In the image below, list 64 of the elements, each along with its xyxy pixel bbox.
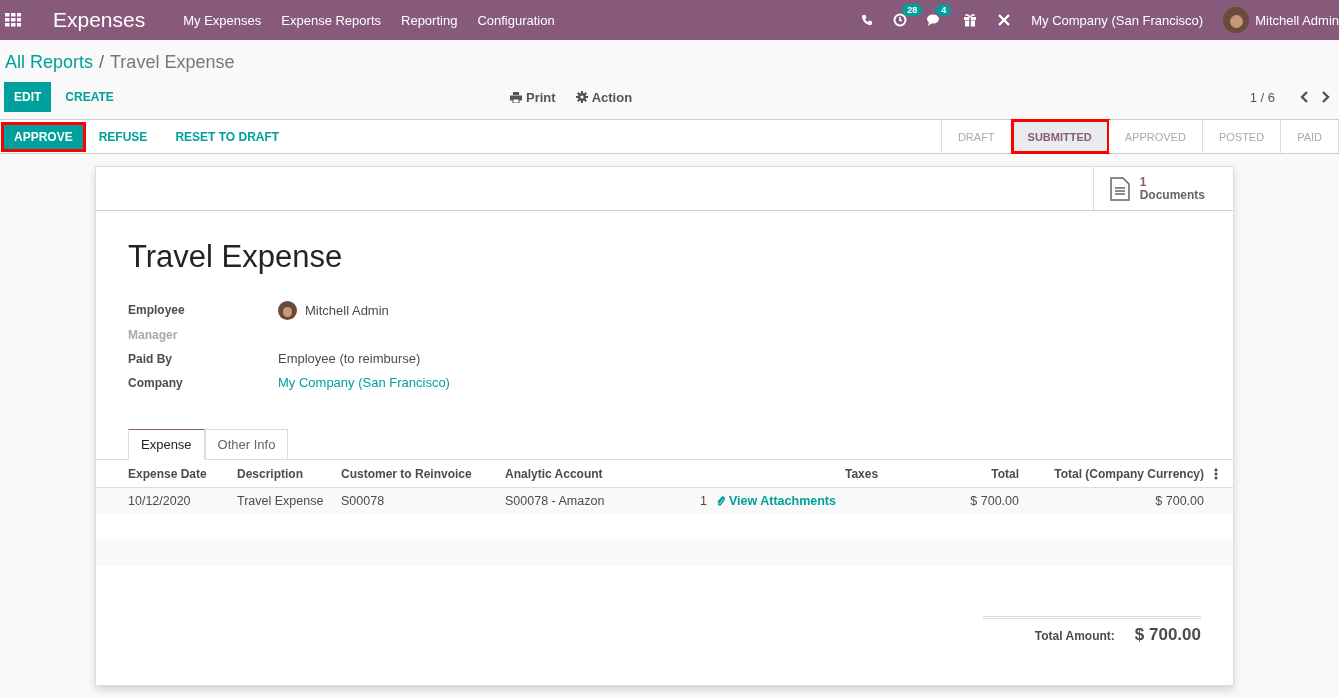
status-stage[interactable]: APPROVED (1108, 120, 1203, 153)
menu-item[interactable]: Expense Reports (281, 12, 381, 28)
edit-button[interactable]: EDIT (4, 82, 52, 112)
field-label: Paid By (128, 351, 173, 368)
message-count-badge: 4 (936, 4, 952, 16)
create-button[interactable]: CREATE (55, 82, 124, 112)
app-title: Expenses (53, 8, 146, 32)
action-button[interactable]: RESET TO DRAFT (165, 124, 290, 149)
clock-icon[interactable] (893, 13, 908, 27)
field-link[interactable]: My Company (San Francisco) (278, 375, 450, 390)
field-label: Manager (128, 327, 179, 344)
view-attachments-link[interactable]: View Attachments (707, 494, 845, 508)
action-button[interactable]: REFUSE (88, 124, 158, 149)
gear-icon (575, 91, 588, 103)
total-label: Total Amount: (1034, 629, 1115, 643)
table-cell-text: Travel Expense (237, 494, 325, 508)
document-icon (1109, 176, 1130, 201)
table-cell-text: 10/12/2020 (128, 494, 192, 508)
field-label: Company (128, 375, 184, 392)
record-title: Travel Expense (128, 239, 344, 275)
column-header: Description (237, 466, 304, 481)
phone-icon[interactable] (861, 14, 874, 26)
menu-item[interactable]: Reporting (401, 12, 458, 28)
column-header: Expense Date (128, 466, 208, 481)
next-icon[interactable] (1321, 91, 1331, 103)
column-header: Total (Company Currency) (1053, 466, 1204, 481)
previous-icon[interactable] (1299, 91, 1309, 103)
column-header: Customer to Reinvoice (341, 466, 473, 481)
activity-count-badge: 28 (902, 4, 923, 16)
action-button[interactable]: Action (575, 89, 633, 105)
column-header: Total (990, 466, 1019, 481)
user-menu[interactable]: Mitchell Admin (1255, 12, 1339, 28)
pager-counter: 1 / 6 (1249, 89, 1275, 105)
menu-item[interactable]: My Expenses (183, 12, 262, 28)
field-value: Employee (to reimburse) (278, 351, 421, 366)
column-options-icon[interactable] (1213, 467, 1218, 480)
field-label: Employee (128, 302, 186, 319)
company-switcher[interactable]: My Company (San Francisco) (1031, 12, 1204, 28)
total-amount: $ 700.00 (1134, 625, 1201, 645)
print-button[interactable]: Print (510, 89, 556, 105)
breadcrumb-separator: / (99, 52, 105, 73)
table-cell-text: 1 (699, 494, 707, 508)
column-header: Analytic Account (505, 466, 604, 481)
paperclip-icon (716, 495, 726, 507)
apps-grid-icon[interactable] (5, 13, 21, 27)
table-cell-text: S00078 (341, 494, 386, 508)
table-cell-text: $ 700.00 (1154, 494, 1204, 508)
user-avatar[interactable] (1223, 7, 1250, 33)
gift-icon[interactable] (963, 13, 978, 27)
field-value: Mitchell Admin (305, 301, 389, 320)
form-tab[interactable]: Expense (128, 429, 205, 460)
breadcrumb-link[interactable]: All Reports (5, 52, 94, 73)
employee-avatar (278, 301, 297, 320)
documents-button[interactable]: 1 Documents (1092, 167, 1233, 210)
table-cell-text: $ 700.00 (969, 494, 1019, 508)
column-header: Taxes (845, 466, 880, 481)
breadcrumb-current: Travel Expense (110, 52, 235, 73)
status-stage[interactable]: SUBMITTED (1011, 120, 1109, 153)
form-tab[interactable]: Other Info (204, 429, 289, 460)
menu-item[interactable]: Configuration (477, 12, 555, 28)
action-button[interactable]: APPROVE (4, 124, 83, 149)
tools-icon[interactable] (997, 13, 1012, 27)
table-cell-text: S00078 - Amazon (505, 494, 606, 508)
printer-icon (510, 91, 522, 103)
